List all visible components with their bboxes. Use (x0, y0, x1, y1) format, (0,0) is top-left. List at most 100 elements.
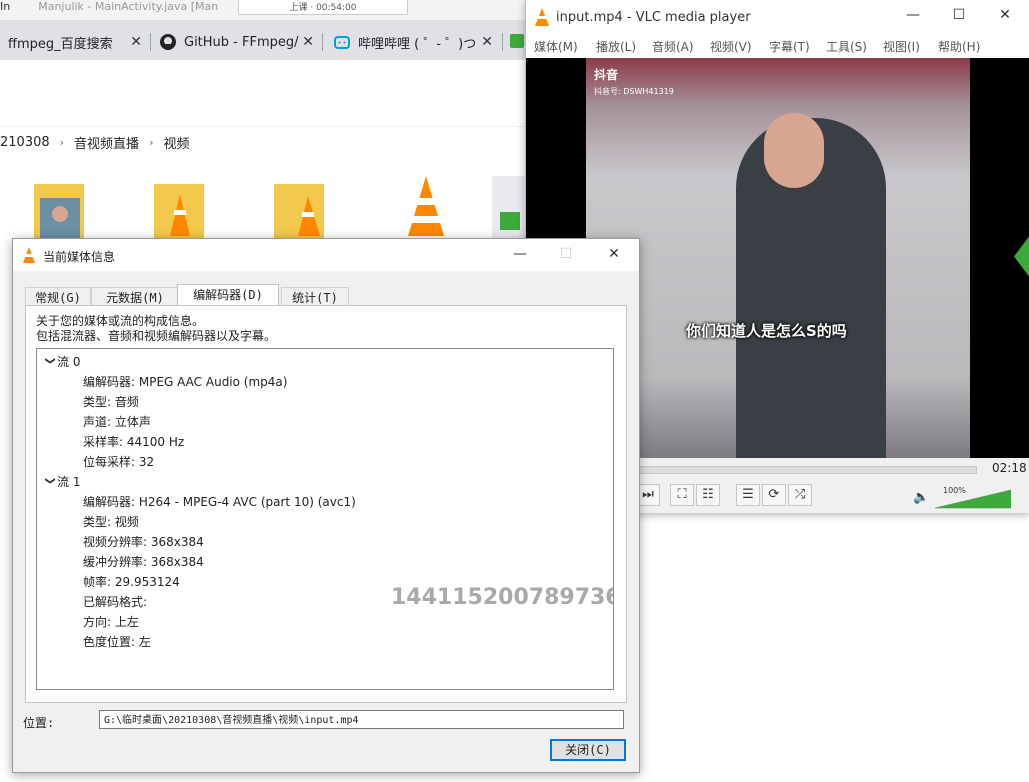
media-info-dialog: 当前媒体信息 — ☐ ✕ 常规(G) 元数据(M) 编解码器(D) 统计(T) … (12, 238, 640, 773)
tab-label: ffmpeg_百度搜索 (8, 36, 113, 52)
maximize-icon: ☐ (559, 246, 573, 262)
vlc-file-icon (154, 184, 204, 240)
stream-node[interactable]: ❯ 流 1 (43, 473, 81, 491)
stream-label: 流 0 (57, 355, 81, 369)
watermark: 144115200789736956 (391, 585, 613, 610)
stream-field: 采样率: 44100 Hz (83, 435, 185, 449)
menu-audio[interactable]: 音频(A) (652, 38, 694, 55)
stream-field: 类型: 视频 (83, 515, 139, 529)
location-field[interactable]: G:\临时桌面\20210308\音视频直播\视频\input.mp4 (99, 710, 624, 729)
stream-field: 帧率: 29.953124 (83, 575, 180, 589)
dialog-title-bar: 当前媒体信息 — ☐ ✕ (13, 239, 639, 271)
close-button[interactable]: 关闭(C) (550, 739, 626, 761)
seek-progress (639, 467, 976, 473)
browser-content-area (0, 60, 525, 126)
close-icon[interactable]: ✕ (130, 34, 142, 50)
vlc-menu-bar: 媒体(M) 播放(L) 音频(A) 视频(V) 字幕(T) 工具(S) 视图(I… (526, 34, 1029, 58)
vlc-window-title: input.mp4 - VLC media player (556, 10, 751, 25)
fullscreen-icon[interactable]: ⛶ (670, 484, 694, 506)
background-popup-fragment: 上课 · 00:54:00 (238, 0, 408, 15)
file-thumbnail[interactable] (388, 176, 464, 240)
menu-help[interactable]: 帮助(H) (938, 38, 980, 55)
browser-tab-github[interactable]: GitHub - FFmpeg/ ✕ (160, 24, 320, 60)
maximize-icon[interactable]: ☐ (936, 0, 982, 32)
bilibili-icon (334, 36, 350, 49)
github-icon (160, 34, 176, 50)
tab-label: GitHub - FFmpeg/ (184, 34, 299, 50)
seek-bar[interactable] (638, 466, 977, 474)
tab-divider (322, 33, 323, 51)
equalizer-icon[interactable]: ☷ (696, 484, 720, 506)
vlc-title-bar: input.mp4 - VLC media player — ☐ ✕ (526, 0, 1029, 34)
chevron-down-icon[interactable]: ❯ (45, 357, 56, 371)
description-line: 包括混流器、音频和视频编解码器以及字幕。 (36, 329, 277, 343)
stream-field: 类型: 音频 (83, 395, 139, 409)
background-window-title: In Manjulik - MainActivity.java [Man (0, 0, 230, 16)
video-subtitle: 你们知道人是怎么S的吗 (686, 322, 847, 340)
tiktok-logo: 抖音 (594, 68, 619, 82)
right-edge-window-fragment (1014, 236, 1029, 277)
menu-playback[interactable]: 播放(L) (596, 38, 636, 55)
file-thumbnail[interactable] (492, 176, 525, 240)
breadcrumb: 210308 › 音视频直播 › 视频 (0, 126, 525, 157)
tab-favicon-icon (510, 34, 524, 48)
menu-media[interactable]: 媒体(M) (534, 38, 578, 55)
tab-label: 哔哩哔哩 ( ゜- ゜)つ (358, 36, 477, 52)
browser-tab-baidu[interactable]: ffmpeg_百度搜索 ✕ (8, 24, 148, 60)
image-file-icon (492, 176, 525, 240)
stream-field: 声道: 立体声 (83, 415, 151, 429)
stream-node[interactable]: ❯ 流 0 (43, 353, 81, 371)
bg-title-dim: Manjulik - MainActivity.java [Man (38, 0, 219, 13)
chevron-right-icon: › (59, 135, 65, 149)
browser-tab-strip: ffmpeg_百度搜索 ✕ GitHub - FFmpeg/ ✕ 哔哩哔哩 ( … (0, 20, 525, 60)
location-label: 位置: (23, 716, 55, 730)
vlc-cone-icon (23, 247, 35, 263)
stream-field: 编解码器: H264 - MPEG-4 AVC (part 10) (avc1) (83, 495, 356, 509)
stream-tree[interactable]: ❯ 流 0 编解码器: MPEG AAC Audio (mp4a) 类型: 音频 … (36, 348, 614, 690)
menu-subtitle[interactable]: 字幕(T) (769, 38, 810, 55)
volume-slider[interactable] (935, 488, 1011, 510)
stream-field: 视频分辨率: 368x384 (83, 535, 204, 549)
description-line: 关于您的媒体或流的构成信息。 (36, 314, 205, 328)
file-thumbnail[interactable] (270, 176, 330, 240)
video-face (764, 113, 824, 188)
stream-field: 色度位置: 左 (83, 635, 151, 649)
vlc-cone-icon (408, 176, 444, 236)
chevron-down-icon[interactable]: ❯ (45, 477, 56, 491)
close-icon[interactable]: ✕ (481, 34, 493, 50)
close-icon[interactable]: ✕ (302, 34, 314, 50)
menu-tools[interactable]: 工具(S) (826, 38, 867, 55)
dialog-title: 当前媒体信息 (43, 250, 116, 264)
codec-panel: 关于您的媒体或流的构成信息。 包括混流器、音频和视频编解码器以及字幕。 ❯ 流 0… (25, 305, 627, 703)
vlc-file-icon (274, 184, 324, 240)
tab-divider (502, 33, 503, 51)
chevron-right-icon: › (149, 135, 154, 149)
minimize-icon[interactable]: — (497, 239, 543, 271)
file-thumbnail[interactable] (150, 176, 210, 240)
close-icon[interactable]: ✕ (591, 239, 637, 271)
tab-divider (150, 33, 151, 51)
tiktok-id: 抖音号: DSWH41319 (594, 87, 674, 96)
breadcrumb-item[interactable]: 视频 (163, 133, 189, 152)
speaker-icon[interactable]: 🔈 (913, 490, 929, 505)
stream-label: 流 1 (57, 475, 81, 489)
stream-field: 位每采样: 32 (83, 455, 155, 469)
menu-video[interactable]: 视频(V) (710, 38, 752, 55)
menu-view[interactable]: 视图(I) (883, 38, 920, 55)
shuffle-icon[interactable]: ⤮ (788, 484, 812, 506)
file-thumbnail[interactable] (30, 176, 90, 240)
stream-field: 缓冲分辨率: 368x384 (83, 555, 204, 569)
minimize-icon[interactable]: — (890, 0, 936, 32)
bg-title-fragment: In (0, 0, 11, 13)
video-file-icon (34, 184, 84, 240)
codec-description: 关于您的媒体或流的构成信息。 包括混流器、音频和视频编解码器以及字幕。 (36, 314, 276, 344)
breadcrumb-item[interactable]: 210308 (0, 135, 50, 150)
vlc-cone-icon (535, 8, 549, 26)
loop-icon[interactable]: ⟳ (762, 484, 786, 506)
stream-field: 方向: 上左 (83, 615, 139, 629)
playlist-icon[interactable]: ☰ (736, 484, 760, 506)
stream-field: 已解码格式: (83, 595, 148, 609)
breadcrumb-item[interactable]: 音视频直播 (74, 133, 139, 152)
stream-field: 编解码器: MPEG AAC Audio (mp4a) (83, 375, 288, 389)
browser-tab-bilibili[interactable]: 哔哩哔哩 ( ゜- ゜)つ ✕ (334, 24, 499, 60)
